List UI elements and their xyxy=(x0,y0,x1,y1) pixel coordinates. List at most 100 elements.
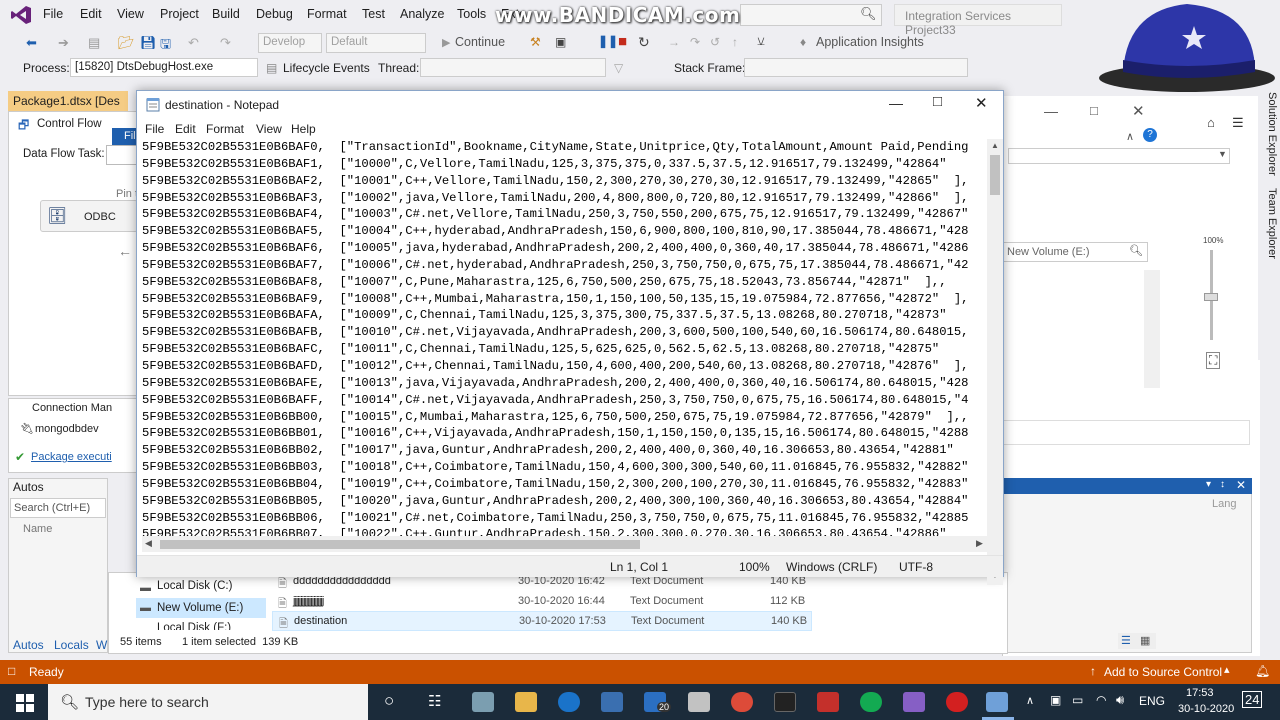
tab-autos[interactable]: Autos xyxy=(13,638,44,652)
windows-start-icon[interactable] xyxy=(16,694,34,712)
file-row[interactable]: 🗎︎ jjjjjjjjjjjjjjjjjjjjj 30-10-2020 16:4… xyxy=(272,592,812,612)
details-view-icon[interactable]: ☰ xyxy=(1121,634,1131,647)
search-icon[interactable]: 🔍︎ xyxy=(860,6,877,22)
step-into-icon[interactable]: → xyxy=(668,35,680,49)
app-insights-icon[interactable]: ♦ xyxy=(800,35,806,49)
notepad-menu-format[interactable]: Format xyxy=(206,122,244,136)
notepad-vertical-scrollbar[interactable]: ▲ ▼ xyxy=(987,139,1003,585)
solution-explorer-tab[interactable]: Solution Explorer xyxy=(1262,92,1278,182)
forward-icon[interactable]: ➔ xyxy=(58,35,69,51)
fit-view-icon[interactable]: ⛶ xyxy=(1206,352,1221,369)
notepad-horizontal-scrollbar[interactable]: ◀ ▶ xyxy=(142,536,987,552)
save-icon[interactable]: 💾︎ xyxy=(140,35,157,51)
app-insights-button[interactable]: Application Insights xyxy=(816,35,924,49)
app-icon-1[interactable] xyxy=(472,692,494,712)
stack-frame-combo[interactable] xyxy=(744,58,968,77)
back-icon[interactable]: ⬅︎ xyxy=(26,35,37,51)
undo-icon[interactable]: ↶ xyxy=(188,35,199,51)
close-icon[interactable]: ✕ xyxy=(975,94,988,112)
help-icon[interactable]: ? xyxy=(1143,128,1157,142)
nav-local-disk-f[interactable]: Local Disk (F:) xyxy=(157,622,231,630)
process-combo[interactable]: [15820] DtsDebugHost.exe xyxy=(70,58,258,77)
pin-icon[interactable]: ↕ xyxy=(1220,479,1225,490)
close-panel-icon[interactable]: ✕ xyxy=(1236,478,1246,492)
breakpoint-tool-icon[interactable]: ⚺ xyxy=(757,34,765,49)
step-out-icon[interactable]: ↺ xyxy=(710,35,720,49)
tray-app-icon[interactable]: ▣ xyxy=(1050,693,1061,707)
tray-chevron-icon[interactable]: ∧ xyxy=(1026,694,1034,707)
file-explorer-icon[interactable] xyxy=(515,692,537,712)
menu-project[interactable]: Project xyxy=(160,7,199,21)
clock-time[interactable]: 17:53 xyxy=(1186,687,1214,699)
filter-icon[interactable]: ▽ xyxy=(614,61,623,75)
screenshot-icon[interactable]: ▣ xyxy=(555,35,566,49)
config-combo[interactable]: Develop xyxy=(258,33,322,53)
open-folder-icon[interactable]: 📂︎ xyxy=(118,35,135,51)
notepad-menu-edit[interactable]: Edit xyxy=(175,122,196,136)
clock-date[interactable]: 30-10-2020 xyxy=(1178,703,1234,715)
package-execution-link[interactable]: Package executi xyxy=(31,451,112,463)
home-icon[interactable]: ⌂ xyxy=(1207,115,1215,130)
visual-studio-icon[interactable] xyxy=(903,692,925,712)
new-item-icon[interactable]: ▤ xyxy=(88,35,100,51)
battery-icon[interactable]: ▭ xyxy=(1072,693,1083,707)
menu-file[interactable]: File xyxy=(43,7,63,21)
mongodb-compass-icon[interactable] xyxy=(860,692,882,712)
volume-icon[interactable]: 🔊︎ xyxy=(1116,692,1124,708)
menu-build[interactable]: Build xyxy=(212,7,240,21)
right-combo[interactable] xyxy=(1008,148,1230,164)
attach-icon[interactable]: ⚒ xyxy=(530,35,541,49)
notepad-text-area[interactable]: 5F9BE532C02B5531E0B6BAF0, ["TransactionI… xyxy=(142,139,987,585)
notepad-menu-file[interactable]: File xyxy=(145,122,164,136)
nav-new-volume-e[interactable]: New Volume (E:) xyxy=(157,602,243,614)
chevron-down-icon[interactable]: ▼ xyxy=(1218,149,1227,159)
notepad-menu-view[interactable]: View xyxy=(256,122,282,136)
platform-combo[interactable]: Default xyxy=(326,33,426,53)
chrome-icon[interactable] xyxy=(731,692,753,712)
taskbar-search-box[interactable]: 🔍︎ Type here to search xyxy=(48,684,368,720)
store-icon[interactable] xyxy=(601,692,623,712)
mongodb-connection[interactable]: mongodbdev xyxy=(35,423,99,435)
team-explorer-tab[interactable]: Team Explorer xyxy=(1262,188,1278,268)
add-to-source-control[interactable]: Add to Source Control xyxy=(1104,665,1222,679)
collapse-arrow-icon[interactable]: ← xyxy=(118,243,132,259)
tab-control-flow[interactable]: Control Flow xyxy=(37,118,102,130)
minimize-icon[interactable]: — xyxy=(1044,103,1058,119)
notification-center-icon[interactable]: 24 xyxy=(1242,691,1263,708)
cortana-icon[interactable]: ○ xyxy=(384,691,394,711)
scroll-up-icon[interactable]: ▲ xyxy=(991,141,999,150)
menu-analyze[interactable]: Analyze xyxy=(400,7,444,21)
chevron-up-icon[interactable]: ▴ xyxy=(1224,663,1230,676)
step-over-icon[interactable]: ↷ xyxy=(690,35,700,49)
save-all-icon[interactable]: 🖫︎ xyxy=(160,35,171,57)
menu-view[interactable]: View xyxy=(117,7,144,21)
pause-icon[interactable]: ❚❚ xyxy=(598,34,618,48)
maximize-icon[interactable]: □ xyxy=(1090,103,1098,118)
notepad-titlebar[interactable]: destination - Notepad — □ ✕ xyxy=(137,91,1003,119)
wifi-icon[interactable]: ◠ xyxy=(1096,693,1106,707)
tab-package1[interactable]: Package1.dtsx [Des xyxy=(8,91,128,111)
notification-bell-icon[interactable]: 🔔︎ xyxy=(1255,664,1270,678)
continue-button[interactable]: Continue xyxy=(455,35,505,49)
hscroll-thumb[interactable] xyxy=(160,540,640,549)
scroll-left-icon[interactable]: ◀ xyxy=(145,538,152,549)
play-icon[interactable]: ▶ xyxy=(442,36,450,49)
redo-icon[interactable]: ↷ xyxy=(220,35,231,51)
menu-test[interactable]: Test xyxy=(362,7,385,21)
tab-watch[interactable]: W xyxy=(96,638,107,652)
autos-search-input[interactable]: Search (Ctrl+E) xyxy=(10,498,106,518)
notepad-taskbar-icon[interactable] xyxy=(986,692,1008,712)
menu-tools[interactable]: Tools xyxy=(457,7,486,21)
restart-icon[interactable]: ↻ xyxy=(638,34,650,51)
stop-icon[interactable]: ■ xyxy=(618,33,627,50)
data-flow-task-combo[interactable] xyxy=(106,145,138,165)
calculator-icon[interactable] xyxy=(688,692,710,712)
scroll-right-icon[interactable]: ▶ xyxy=(976,538,983,549)
search-icon[interactable]: 🔍︎ xyxy=(1129,244,1143,257)
bandicam-icon[interactable] xyxy=(946,692,968,712)
menu-edit[interactable]: Edit xyxy=(80,7,102,21)
tab-locals[interactable]: Locals xyxy=(54,638,89,652)
zoom-slider-thumb[interactable] xyxy=(1204,293,1218,301)
notepad-menu-help[interactable]: Help xyxy=(291,122,316,136)
thread-combo[interactable] xyxy=(420,58,606,77)
